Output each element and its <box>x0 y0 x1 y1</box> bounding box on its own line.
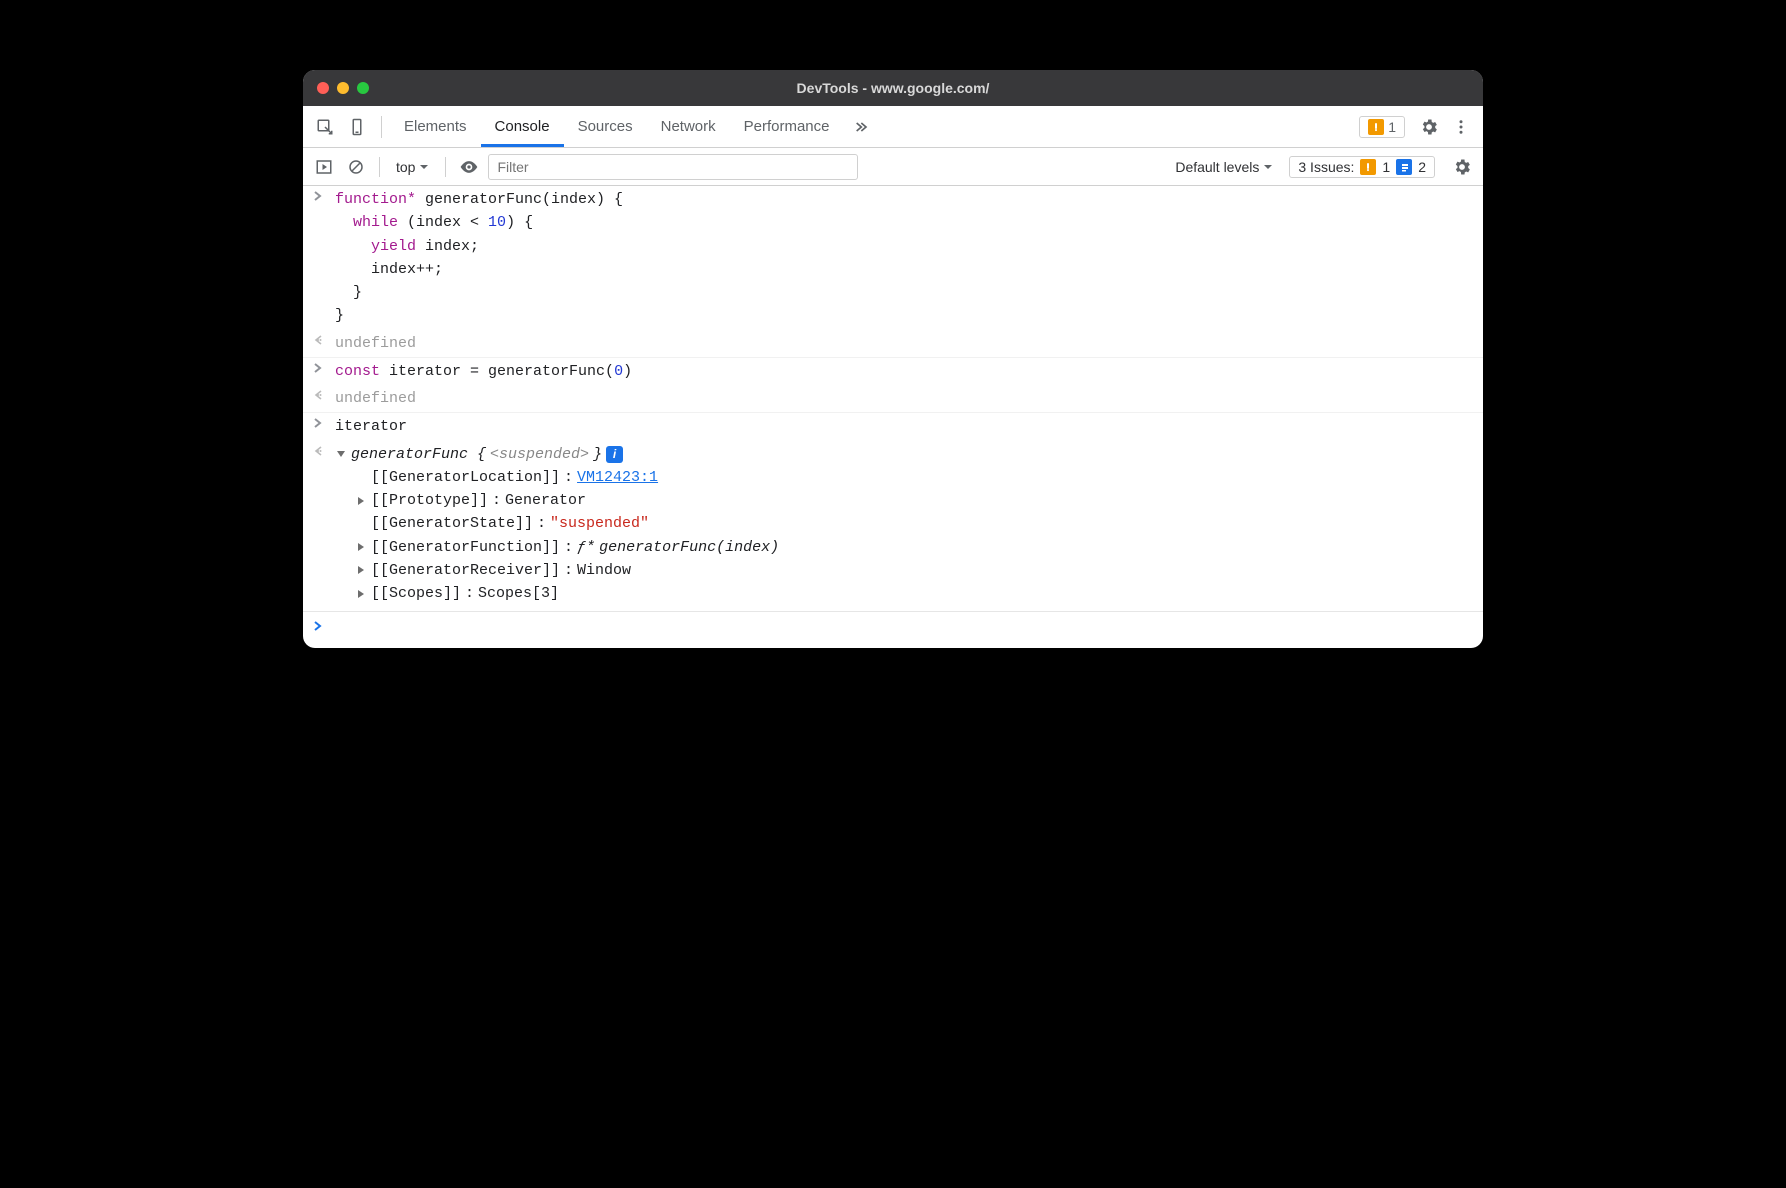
console-input-row: function* generatorFunc(index) { while (… <box>303 186 1483 330</box>
device-toolbar-icon[interactable] <box>341 111 373 143</box>
info-count: 2 <box>1418 159 1426 175</box>
log-levels-selector[interactable]: Default levels <box>1165 159 1283 175</box>
more-tabs-icon[interactable] <box>844 111 876 143</box>
tab-performance[interactable]: Performance <box>730 106 844 147</box>
devtools-window: DevTools - www.google.com/ Elements Cons… <box>303 70 1483 648</box>
object-property[interactable]: [[GeneratorFunction]]: ƒ* generatorFunc(… <box>355 536 1473 559</box>
traffic-lights <box>317 82 369 94</box>
console-input-row: iterator <box>303 413 1483 440</box>
levels-label: Default levels <box>1175 159 1259 175</box>
chevron-down-icon <box>419 162 429 172</box>
console-output: function* generatorFunc(index) { while (… <box>303 186 1483 648</box>
console-output-row: undefined <box>303 330 1483 358</box>
warning-count: 1 <box>1382 159 1390 175</box>
console-output-row: undefined <box>303 385 1483 413</box>
console-settings-icon[interactable] <box>1449 154 1475 180</box>
context-selector[interactable]: top <box>390 159 435 175</box>
console-output-row: generatorFunc {<suspended>} i [[Generato… <box>303 441 1483 613</box>
console-prompt[interactable] <box>303 612 1483 648</box>
return-value: undefined <box>335 387 1473 410</box>
issues-label: 3 Issues: <box>1298 159 1354 175</box>
disclosure-right-icon[interactable] <box>355 542 367 552</box>
disclosure-right-icon[interactable] <box>355 589 367 599</box>
context-label: top <box>396 159 415 175</box>
disclosure-down-icon[interactable] <box>335 449 347 459</box>
console-code[interactable]: const iterator = generatorFunc(0) <box>335 360 1473 383</box>
object-property[interactable]: [[GeneratorState]]: "suspended" <box>355 512 1473 535</box>
tabbar-issue-count: 1 <box>1388 119 1396 135</box>
disclosure-right-icon[interactable] <box>355 496 367 506</box>
console-input-row: const iterator = generatorFunc(0) <box>303 358 1483 385</box>
inspect-element-icon[interactable] <box>309 111 341 143</box>
object-header[interactable]: generatorFunc {<suspended>} i <box>335 443 1473 466</box>
input-chevron-icon <box>313 415 335 438</box>
object-properties: [[GeneratorLocation]]: VM12423:1 [[Proto… <box>313 466 1473 606</box>
output-arrow-icon <box>313 443 335 466</box>
settings-icon[interactable] <box>1413 111 1445 143</box>
object-property[interactable]: [[GeneratorReceiver]]: Window <box>355 559 1473 582</box>
toggle-sidebar-icon[interactable] <box>311 154 337 180</box>
minimize-window-button[interactable] <box>337 82 349 94</box>
input-chevron-icon <box>313 360 335 383</box>
console-code[interactable]: iterator <box>335 415 1473 438</box>
warning-icon <box>1360 159 1376 175</box>
return-value: undefined <box>335 332 1473 355</box>
disclosure-right-icon[interactable] <box>355 565 367 575</box>
object-info-icon[interactable]: i <box>606 446 623 463</box>
output-arrow-icon <box>313 332 335 355</box>
console-code[interactable]: function* generatorFunc(index) { while (… <box>335 188 1473 328</box>
window-title: DevTools - www.google.com/ <box>303 80 1483 96</box>
tabbar-issues-badge[interactable]: 1 <box>1359 116 1405 138</box>
kebab-menu-icon[interactable] <box>1445 111 1477 143</box>
warning-icon <box>1368 119 1384 135</box>
issues-counter[interactable]: 3 Issues: 1 2 <box>1289 156 1435 178</box>
source-link[interactable]: VM12423:1 <box>577 466 658 489</box>
tab-network[interactable]: Network <box>647 106 730 147</box>
tab-sources[interactable]: Sources <box>564 106 647 147</box>
output-arrow-icon <box>313 387 335 410</box>
titlebar: DevTools - www.google.com/ <box>303 70 1483 106</box>
clear-console-icon[interactable] <box>343 154 369 180</box>
tab-console[interactable]: Console <box>481 106 564 147</box>
object-property[interactable]: [[GeneratorLocation]]: VM12423:1 <box>355 466 1473 489</box>
maximize-window-button[interactable] <box>357 82 369 94</box>
object-property[interactable]: [[Scopes]]: Scopes[3] <box>355 582 1473 605</box>
close-window-button[interactable] <box>317 82 329 94</box>
prompt-chevron-icon <box>313 618 335 632</box>
live-expression-icon[interactable] <box>456 154 482 180</box>
tab-elements[interactable]: Elements <box>390 106 481 147</box>
input-chevron-icon <box>313 188 335 328</box>
devtools-tabbar: Elements Console Sources Network Perform… <box>303 106 1483 148</box>
chevron-down-icon <box>1263 162 1273 172</box>
object-property[interactable]: [[Prototype]]: Generator <box>355 489 1473 512</box>
info-icon <box>1396 159 1412 175</box>
filter-input[interactable] <box>488 154 858 180</box>
console-toolbar: top Default levels 3 Issues: 1 2 <box>303 148 1483 186</box>
